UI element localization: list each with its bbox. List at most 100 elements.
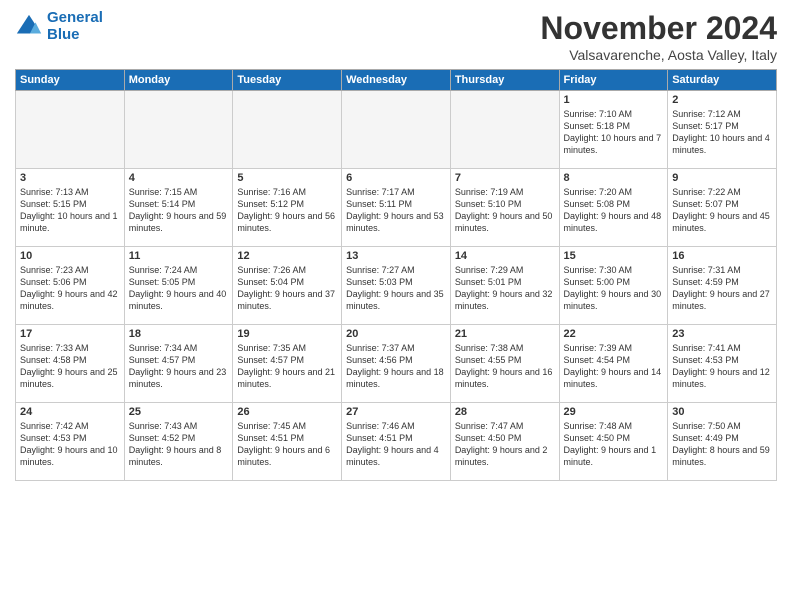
calendar-week-row: 10Sunrise: 7:23 AMSunset: 5:06 PMDayligh…	[16, 247, 777, 325]
cell-info: Sunrise: 7:47 AMSunset: 4:50 PMDaylight:…	[455, 420, 555, 469]
daylight-text: Daylight: 9 hours and 45 minutes.	[672, 211, 770, 233]
cell-info: Sunrise: 7:29 AMSunset: 5:01 PMDaylight:…	[455, 264, 555, 313]
cell-info: Sunrise: 7:34 AMSunset: 4:57 PMDaylight:…	[129, 342, 229, 391]
calendar-cell: 9Sunrise: 7:22 AMSunset: 5:07 PMDaylight…	[668, 169, 777, 247]
calendar-header-row: Sunday Monday Tuesday Wednesday Thursday…	[16, 70, 777, 91]
daylight-text: Daylight: 9 hours and 40 minutes.	[129, 289, 227, 311]
sunset-text: Sunset: 4:50 PM	[564, 433, 631, 443]
cell-info: Sunrise: 7:50 AMSunset: 4:49 PMDaylight:…	[672, 420, 772, 469]
calendar-cell: 16Sunrise: 7:31 AMSunset: 4:59 PMDayligh…	[668, 247, 777, 325]
day-number: 22	[564, 328, 664, 340]
sunset-text: Sunset: 4:58 PM	[20, 355, 87, 365]
calendar-cell	[16, 91, 125, 169]
day-number: 26	[237, 406, 337, 418]
day-number: 6	[346, 172, 446, 184]
cell-info: Sunrise: 7:42 AMSunset: 4:53 PMDaylight:…	[20, 420, 120, 469]
sunrise-text: Sunrise: 7:38 AM	[455, 343, 524, 353]
cell-info: Sunrise: 7:15 AMSunset: 5:14 PMDaylight:…	[129, 186, 229, 235]
calendar-cell: 6Sunrise: 7:17 AMSunset: 5:11 PMDaylight…	[342, 169, 451, 247]
day-number: 21	[455, 328, 555, 340]
daylight-text: Daylight: 9 hours and 53 minutes.	[346, 211, 444, 233]
sunset-text: Sunset: 4:52 PM	[129, 433, 196, 443]
col-wednesday: Wednesday	[342, 70, 451, 91]
sunrise-text: Sunrise: 7:39 AM	[564, 343, 633, 353]
calendar-cell: 17Sunrise: 7:33 AMSunset: 4:58 PMDayligh…	[16, 325, 125, 403]
day-number: 8	[564, 172, 664, 184]
daylight-text: Daylight: 9 hours and 8 minutes.	[129, 445, 222, 467]
sunrise-text: Sunrise: 7:50 AM	[672, 421, 741, 431]
daylight-text: Daylight: 9 hours and 4 minutes.	[346, 445, 439, 467]
cell-info: Sunrise: 7:13 AMSunset: 5:15 PMDaylight:…	[20, 186, 120, 235]
sunset-text: Sunset: 5:14 PM	[129, 199, 196, 209]
calendar-week-row: 17Sunrise: 7:33 AMSunset: 4:58 PMDayligh…	[16, 325, 777, 403]
calendar-cell: 1 Sunrise: 7:10 AMSunset: 5:18 PMDaylight…	[559, 91, 668, 169]
cell-info: Sunrise: 7:22 AMSunset: 5:07 PMDaylight:…	[672, 186, 772, 235]
daylight-text: Daylight: 9 hours and 21 minutes.	[237, 367, 335, 389]
sunset-text: Sunset: 4:55 PM	[455, 355, 522, 365]
sunrise-text: Sunrise: 7:41 AM	[672, 343, 741, 353]
day-number: 2	[672, 94, 772, 106]
sunrise-text: Sunrise: 7:13 AM	[20, 187, 89, 197]
daylight-text: Daylight: 9 hours and 32 minutes.	[455, 289, 553, 311]
calendar-cell: 8Sunrise: 7:20 AMSunset: 5:08 PMDaylight…	[559, 169, 668, 247]
cell-info: Sunrise: 7:19 AMSunset: 5:10 PMDaylight:…	[455, 186, 555, 235]
month-title: November 2024	[540, 10, 777, 47]
daylight-text: Daylight: 9 hours and 10 minutes.	[20, 445, 118, 467]
day-number: 3	[20, 172, 120, 184]
daylight-text: Daylight: 9 hours and 25 minutes.	[20, 367, 118, 389]
sunrise-text: Sunrise: 7:31 AM	[672, 265, 741, 275]
sunset-text: Sunset: 4:57 PM	[237, 355, 304, 365]
calendar-cell: 27Sunrise: 7:46 AMSunset: 4:51 PMDayligh…	[342, 403, 451, 481]
sunrise-text: Sunrise: 7:15 AM	[129, 187, 198, 197]
calendar-cell: 30Sunrise: 7:50 AMSunset: 4:49 PMDayligh…	[668, 403, 777, 481]
sunset-text: Sunset: 5:10 PM	[455, 199, 522, 209]
calendar-cell: 20Sunrise: 7:37 AMSunset: 4:56 PMDayligh…	[342, 325, 451, 403]
location-title: Valsavarenche, Aosta Valley, Italy	[540, 47, 777, 63]
sunrise-text: Sunrise: 7:34 AM	[129, 343, 198, 353]
day-number: 1	[564, 94, 664, 106]
day-number: 5	[237, 172, 337, 184]
daylight-text: Daylight: 9 hours and 48 minutes.	[564, 211, 662, 233]
day-number: 18	[129, 328, 229, 340]
calendar-cell: 11Sunrise: 7:24 AMSunset: 5:05 PMDayligh…	[124, 247, 233, 325]
daylight-text: Daylight: 9 hours and 56 minutes.	[237, 211, 335, 233]
sunrise-text: Sunrise: 7:47 AM	[455, 421, 524, 431]
calendar-cell: 2Sunrise: 7:12 AMSunset: 5:17 PMDaylight…	[668, 91, 777, 169]
day-number: 12	[237, 250, 337, 262]
calendar-week-row: 24Sunrise: 7:42 AMSunset: 4:53 PMDayligh…	[16, 403, 777, 481]
cell-info: Sunrise: 7:45 AMSunset: 4:51 PMDaylight:…	[237, 420, 337, 469]
sunset-text: Sunset: 4:51 PM	[237, 433, 304, 443]
sunset-text: Sunset: 5:18 PM	[564, 121, 631, 131]
col-monday: Monday	[124, 70, 233, 91]
sunrise-text: Sunrise: 7:46 AM	[346, 421, 415, 431]
sunset-text: Sunset: 4:53 PM	[20, 433, 87, 443]
cell-info: Sunrise: 7:24 AMSunset: 5:05 PMDaylight:…	[129, 264, 229, 313]
cell-info: Sunrise: 7:10 AMSunset: 5:18 PMDaylight:…	[564, 108, 664, 157]
sunset-text: Sunset: 5:12 PM	[237, 199, 304, 209]
sunrise-text: Sunrise: 7:30 AM	[564, 265, 633, 275]
cell-info: Sunrise: 7:46 AMSunset: 4:51 PMDaylight:…	[346, 420, 446, 469]
day-number: 10	[20, 250, 120, 262]
calendar-cell: 10Sunrise: 7:23 AMSunset: 5:06 PMDayligh…	[16, 247, 125, 325]
sunrise-text: Sunrise: 7:16 AM	[237, 187, 306, 197]
sunset-text: Sunset: 5:05 PM	[129, 277, 196, 287]
sunrise-text: Sunrise: 7:17 AM	[346, 187, 415, 197]
sunset-text: Sunset: 5:01 PM	[455, 277, 522, 287]
day-number: 15	[564, 250, 664, 262]
col-sunday: Sunday	[16, 70, 125, 91]
calendar-cell: 24Sunrise: 7:42 AMSunset: 4:53 PMDayligh…	[16, 403, 125, 481]
calendar-cell	[342, 91, 451, 169]
cell-info: Sunrise: 7:38 AMSunset: 4:55 PMDaylight:…	[455, 342, 555, 391]
daylight-text: Daylight: 8 hours and 59 minutes.	[672, 445, 770, 467]
daylight-text: Daylight: 9 hours and 23 minutes.	[129, 367, 227, 389]
sunset-text: Sunset: 4:54 PM	[564, 355, 631, 365]
calendar-cell: 29Sunrise: 7:48 AMSunset: 4:50 PMDayligh…	[559, 403, 668, 481]
calendar-cell: 19Sunrise: 7:35 AMSunset: 4:57 PMDayligh…	[233, 325, 342, 403]
sunrise-text: Sunrise: 7:37 AM	[346, 343, 415, 353]
calendar-cell: 12Sunrise: 7:26 AMSunset: 5:04 PMDayligh…	[233, 247, 342, 325]
daylight-text: Daylight: 9 hours and 6 minutes.	[237, 445, 330, 467]
cell-info: Sunrise: 7:16 AM Sunset: 5:12 PM Daylight:…	[237, 186, 337, 235]
calendar-cell: 28 Sunrise: 7:47 AMSunset: 4:50 PMDayligh…	[450, 403, 559, 481]
day-number: 28	[455, 406, 555, 418]
sunset-text: Sunset: 5:08 PM	[564, 199, 631, 209]
